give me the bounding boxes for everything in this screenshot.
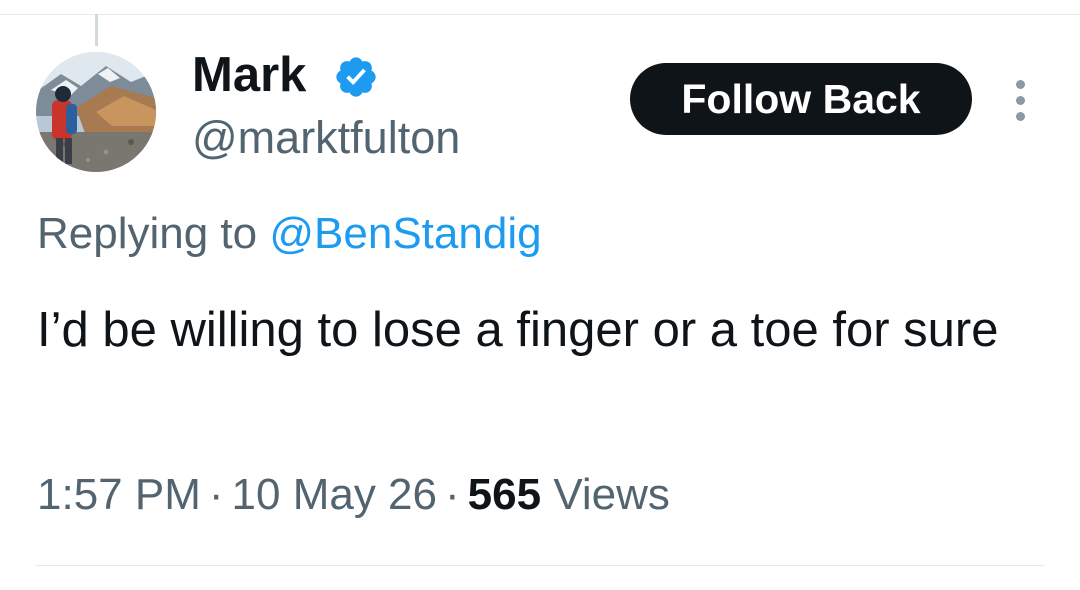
more-dot xyxy=(1015,79,1025,89)
more-options-icon[interactable] xyxy=(1000,75,1040,125)
tweet-time[interactable]: 1:57 PM xyxy=(37,470,201,519)
tweet-date[interactable]: 10 May 26 xyxy=(232,470,437,519)
author-name[interactable]: Mark xyxy=(192,47,306,103)
meta-separator: · xyxy=(445,470,460,519)
tweet-meta: 1:57 PM · 10 May 26 · 565 Views xyxy=(37,467,670,523)
replying-to-label: Replying to xyxy=(37,209,258,258)
verified-badge-icon[interactable] xyxy=(333,54,379,100)
bottom-divider xyxy=(36,565,1044,566)
thread-connector-line xyxy=(95,14,98,46)
follow-back-button[interactable]: Follow Back xyxy=(630,63,972,135)
meta-separator: · xyxy=(208,470,224,519)
more-dot xyxy=(1015,111,1025,121)
more-dot xyxy=(1015,95,1025,105)
avatar-image xyxy=(36,52,156,172)
views-count[interactable]: 565 xyxy=(468,470,541,519)
top-divider xyxy=(0,14,1080,15)
reply-target-link[interactable]: @BenStandig xyxy=(269,209,541,258)
tweet-text: I’d be willing to lose a finger or a toe… xyxy=(37,303,999,357)
author-handle[interactable]: @marktfulton xyxy=(192,110,460,166)
replying-to-line: Replying to @BenStandig xyxy=(37,206,542,262)
views-label[interactable]: Views xyxy=(553,470,670,519)
avatar[interactable] xyxy=(36,52,156,172)
